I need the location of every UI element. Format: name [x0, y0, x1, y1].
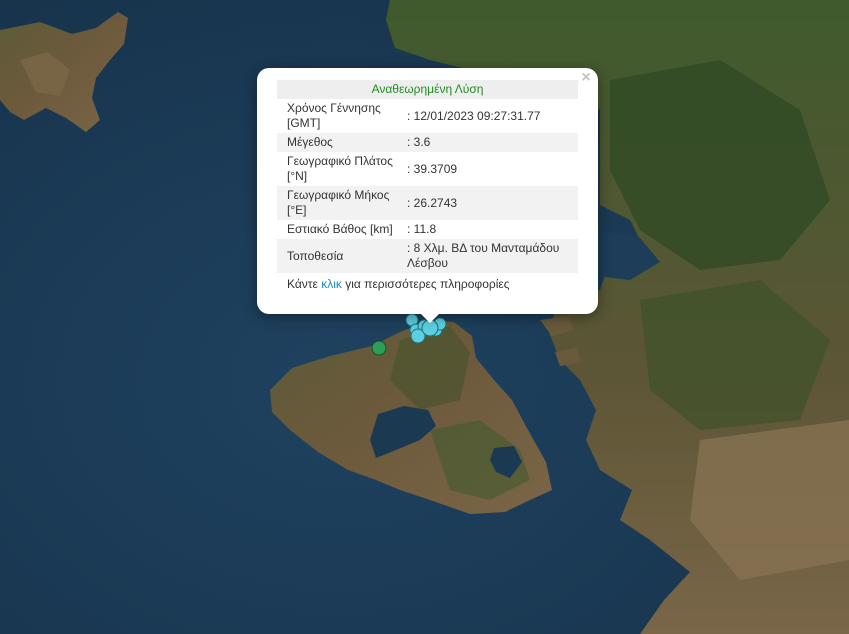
label-longitude: Γεωγραφικό Μήκος [°E] [277, 186, 403, 220]
footer-text-before: Κάντε [287, 277, 322, 291]
solution-status: Αναθεωρημένη Λύση [277, 80, 579, 99]
table-row-latitude: Γεωγραφικό Πλάτος [°N] : 39.3709 [277, 152, 578, 186]
value-origin-time: : 12/01/2023 09:27:31.77 [407, 108, 541, 123]
table-row-depth: Εστιακό Βάθος [km] : 11.8 [277, 220, 578, 239]
footer-text-after: για περισσότερες πληροφορίες [341, 277, 510, 291]
label-location: Τοποθεσία [277, 239, 403, 273]
more-info-text: Κάντε κλικ για περισσότερες πληροφορίες [277, 277, 578, 291]
earthquake-info-popup: × Αναθεωρημένη Λύση Χρόνος Γέννησης [GMT… [257, 68, 598, 314]
table-row-location: Τοποθεσία : 8 Χλμ. ΒΔ του Μανταμάδου Λέσ… [277, 239, 579, 273]
label-magnitude: Μέγεθος [277, 133, 403, 152]
more-info-link[interactable]: κλικ [321, 277, 342, 291]
close-icon[interactable]: × [579, 70, 593, 86]
table-row-origin-time: Χρόνος Γέννησης [GMT] : 12/01/2023 09:27… [277, 99, 578, 133]
label-latitude: Γεωγραφικό Πλάτος [°N] [287, 154, 393, 183]
value-location: : 8 Χλμ. ΒΔ του Μανταμάδου Λέσβου [403, 239, 579, 273]
table-header-row: Αναθεωρημένη Λύση [277, 80, 579, 99]
table-row-longitude: Γεωγραφικό Μήκος [°E] : 26.2743 [277, 186, 579, 220]
earthquake-details-table: Αναθεωρημένη Λύση Χρόνος Γέννησης [GMT] … [277, 80, 579, 273]
earthquake-marker-older[interactable] [371, 340, 387, 356]
label-depth: Εστιακό Βάθος [km] [287, 222, 393, 236]
table-row-magnitude: Μέγεθος : 3.6 [277, 133, 579, 152]
popup-pointer [420, 313, 440, 323]
value-latitude: : 39.3709 [407, 161, 458, 176]
label-origin-time: Χρόνος Γέννησης [GMT] [287, 101, 381, 130]
value-longitude: : 26.2743 [403, 186, 579, 220]
value-depth: : 11.8 [407, 222, 437, 236]
value-magnitude: : 3.6 [403, 133, 579, 152]
